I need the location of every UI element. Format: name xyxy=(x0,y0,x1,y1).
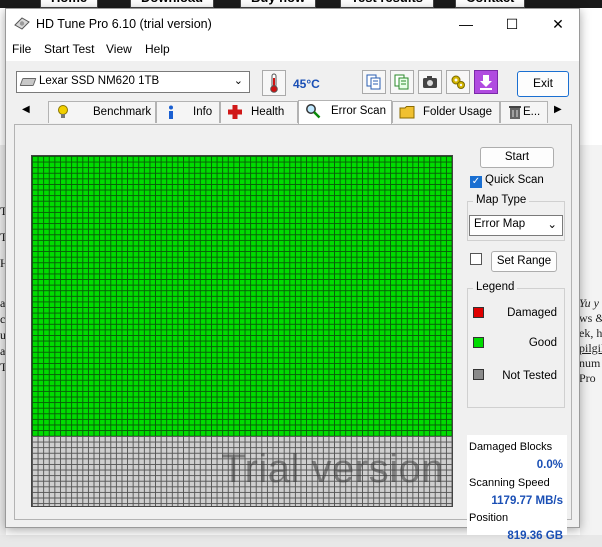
tab-error-scan[interactable]: Error Scan xyxy=(298,100,392,124)
chevron-down-icon: ⌄ xyxy=(547,219,557,231)
tab-info-label: Info xyxy=(193,106,213,118)
menu-bar: File Start Test View Help xyxy=(6,39,579,61)
quick-scan-label: Quick Scan xyxy=(485,174,544,186)
tab-benchmark[interactable]: Benchmark xyxy=(48,101,156,123)
download-arrow-icon xyxy=(480,75,492,90)
copy-text-button[interactable] xyxy=(390,70,414,94)
window-title: HD Tune Pro 6.10 (trial version) xyxy=(36,17,212,31)
legend-damaged-label: Damaged xyxy=(507,307,557,319)
tab-folder-usage[interactable]: Folder Usage xyxy=(392,101,500,123)
close-button[interactable]: ✕ xyxy=(535,9,581,39)
error-map-grid xyxy=(32,156,452,436)
scan-controls: Start ✓ Quick Scan Map Type Error Map ⌄ … xyxy=(467,145,567,542)
maximize-icon: ☐ xyxy=(505,15,519,32)
copy-info-button[interactable] xyxy=(362,70,386,94)
health-cross-icon xyxy=(228,105,242,119)
tab-info[interactable]: Info xyxy=(156,101,220,123)
legend-good-label: Good xyxy=(528,337,557,349)
position-label: Position xyxy=(469,512,509,524)
minimize-button[interactable]: — xyxy=(443,9,489,39)
legend-damaged-swatch xyxy=(473,307,484,318)
background-tab-contact[interactable]: Contact xyxy=(455,0,526,8)
tab-health-label: Health xyxy=(251,106,285,118)
damaged-blocks-label: Damaged Blocks xyxy=(469,441,553,453)
copy-green-icon xyxy=(394,74,409,90)
close-icon: ✕ xyxy=(552,15,564,32)
set-range-button[interactable]: Set Range xyxy=(491,251,557,272)
chevron-down-icon: ⌄ xyxy=(233,75,243,87)
background-right-link[interactable]: pilgil xyxy=(579,341,602,356)
hd-tune-window: HD Tune Pro 6.10 (trial version) — ☐ ✕ F… xyxy=(5,8,580,542)
disk-icon xyxy=(19,78,37,86)
menu-start-test[interactable]: Start Test xyxy=(44,42,94,56)
background-right-text: ek, h xyxy=(579,326,602,340)
title-bar[interactable]: HD Tune Pro 6.10 (trial version) — ☐ ✕ xyxy=(6,9,579,39)
benchmark-bulb-icon xyxy=(58,105,68,118)
map-type-value: Error Map xyxy=(474,218,526,230)
save-button[interactable] xyxy=(474,70,498,94)
drive-select[interactable]: Lexar SSD NM620 1TB ⌄ xyxy=(16,71,250,93)
hd-tune-app-icon xyxy=(14,17,30,30)
tab-scroll-right-icon[interactable]: ▶ xyxy=(554,104,562,115)
legend-not-tested-swatch xyxy=(473,369,484,380)
tab-folder-usage-label: Folder Usage xyxy=(423,106,493,118)
tab-erase[interactable]: E... xyxy=(500,101,548,123)
camera-icon xyxy=(423,76,437,88)
magnifier-icon xyxy=(306,104,321,119)
scanning-speed-value: 1179.77 MB/s xyxy=(491,495,563,507)
thermometer-icon xyxy=(270,73,278,93)
legend-good-swatch xyxy=(473,337,484,348)
tab-scroll-left-icon[interactable]: ◀ xyxy=(22,104,30,115)
drive-name: Lexar SSD NM620 1TB xyxy=(39,75,160,87)
trial-watermark: Trial version xyxy=(221,447,444,491)
scanning-speed-label: Scanning Speed xyxy=(469,477,550,489)
set-range-checkbox[interactable] xyxy=(470,253,482,265)
background-right-text: Pro xyxy=(579,371,596,385)
menu-help[interactable]: Help xyxy=(145,42,170,56)
menu-view[interactable]: View xyxy=(106,42,132,56)
background-right-text: ws & xyxy=(579,311,602,325)
background-tab-buy-now[interactable]: Buy now xyxy=(240,0,317,8)
tab-erase-label: E... xyxy=(523,106,541,118)
map-type-select[interactable]: Error Map ⌄ xyxy=(469,215,563,236)
tab-error-scan-label: Error Scan xyxy=(331,105,386,117)
options-button[interactable] xyxy=(446,70,470,94)
minimize-icon: — xyxy=(459,16,473,32)
error-map: Trial version xyxy=(31,155,453,507)
temperature-value: 45°C xyxy=(293,77,320,91)
screenshot-button[interactable] xyxy=(418,70,442,94)
maximize-button[interactable]: ☐ xyxy=(489,9,535,39)
damaged-blocks-value: 0.0% xyxy=(536,459,563,471)
menu-file[interactable]: File xyxy=(12,42,31,56)
tab-benchmark-label: Benchmark xyxy=(93,106,152,118)
tab-bar: ◀ Benchmark Info Health Error Scan Folde… xyxy=(14,100,574,125)
folder-icon xyxy=(399,106,415,119)
gears-icon xyxy=(451,75,465,89)
map-type-label: Map Type xyxy=(473,194,530,206)
tab-health[interactable]: Health xyxy=(220,101,298,123)
exit-button[interactable]: Exit xyxy=(517,71,569,97)
scan-stats: Damaged Blocks 0.0% Scanning Speed 1179.… xyxy=(467,435,567,542)
legend-not-tested-label: Not Tested xyxy=(502,370,557,382)
error-scan-panel: Trial version Start ✓ Quick Scan Map Typ… xyxy=(14,124,572,542)
trash-icon xyxy=(509,106,521,119)
info-icon xyxy=(169,105,173,119)
background-tab-test-results[interactable]: Test results xyxy=(340,0,435,8)
start-button[interactable]: Start xyxy=(480,147,554,168)
background-tab-home[interactable]: Home xyxy=(40,0,99,8)
toolbar: Lexar SSD NM620 1TB ⌄ 45°C Exit xyxy=(6,61,579,101)
quick-scan-checkbox[interactable]: ✓ xyxy=(470,176,482,188)
background-right-text: Yu y xyxy=(579,296,599,310)
temperature-button[interactable] xyxy=(262,70,286,96)
copy-document-icon xyxy=(366,74,381,90)
legend-title: Legend xyxy=(473,281,518,293)
position-value: 819.36 GB xyxy=(507,530,563,542)
background-right-text: num xyxy=(579,356,601,370)
background-tab-download[interactable]: Download xyxy=(130,0,215,8)
